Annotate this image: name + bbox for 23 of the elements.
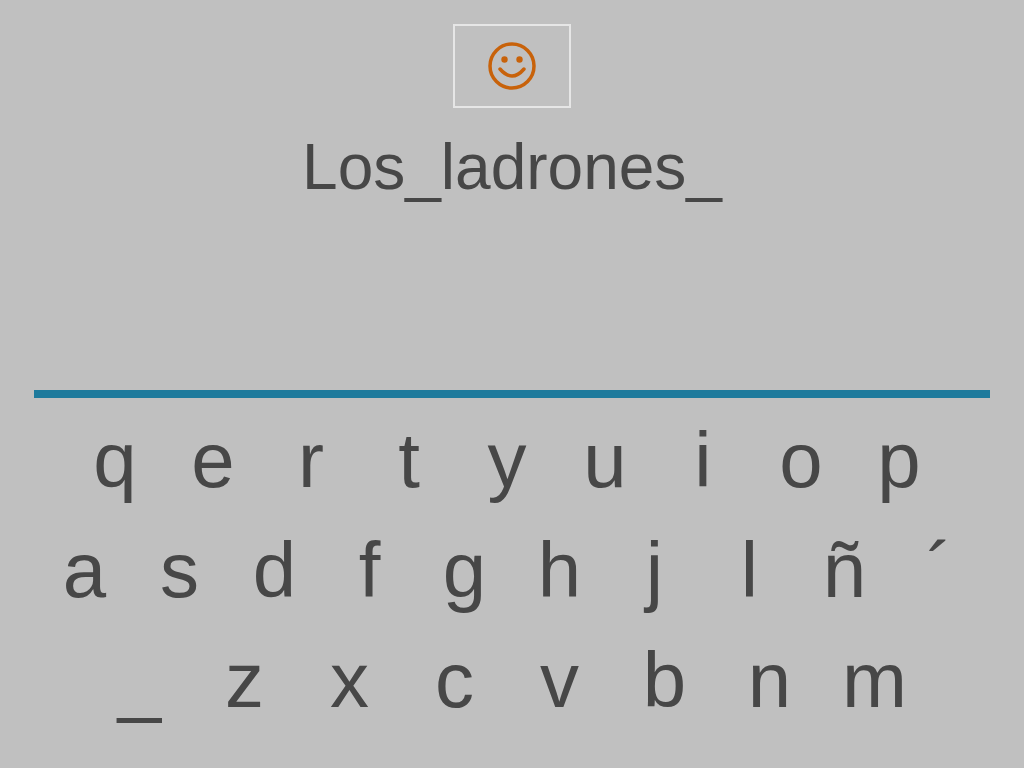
letter-key[interactable]: r (262, 420, 360, 500)
letter-key[interactable]: o (752, 420, 850, 500)
letter-key[interactable]: ´ (892, 530, 987, 610)
letter-key[interactable]: d (227, 530, 322, 610)
letter-key[interactable]: n (717, 640, 822, 720)
answer-text: Los_ladrones_ (302, 130, 722, 204)
letter-key[interactable]: c (402, 640, 507, 720)
letter-key[interactable]: s (132, 530, 227, 610)
smiley-icon (487, 41, 537, 91)
letter-key[interactable]: u (556, 420, 654, 500)
letter-key[interactable]: ñ (797, 530, 892, 610)
letter-key[interactable]: v (507, 640, 612, 720)
letter-key[interactable]: x (297, 640, 402, 720)
letter-key[interactable]: e (164, 420, 262, 500)
letter-key[interactable]: a (37, 530, 132, 610)
letter-key[interactable]: i (654, 420, 752, 500)
letter-key[interactable]: t (360, 420, 458, 500)
letter-key[interactable]: z (192, 640, 297, 720)
letter-key[interactable]: h (512, 530, 607, 610)
letter-key[interactable]: l (702, 530, 797, 610)
letter-key[interactable]: f (322, 530, 417, 610)
letter-key[interactable]: b (612, 640, 717, 720)
letter-key[interactable]: m (822, 640, 927, 720)
